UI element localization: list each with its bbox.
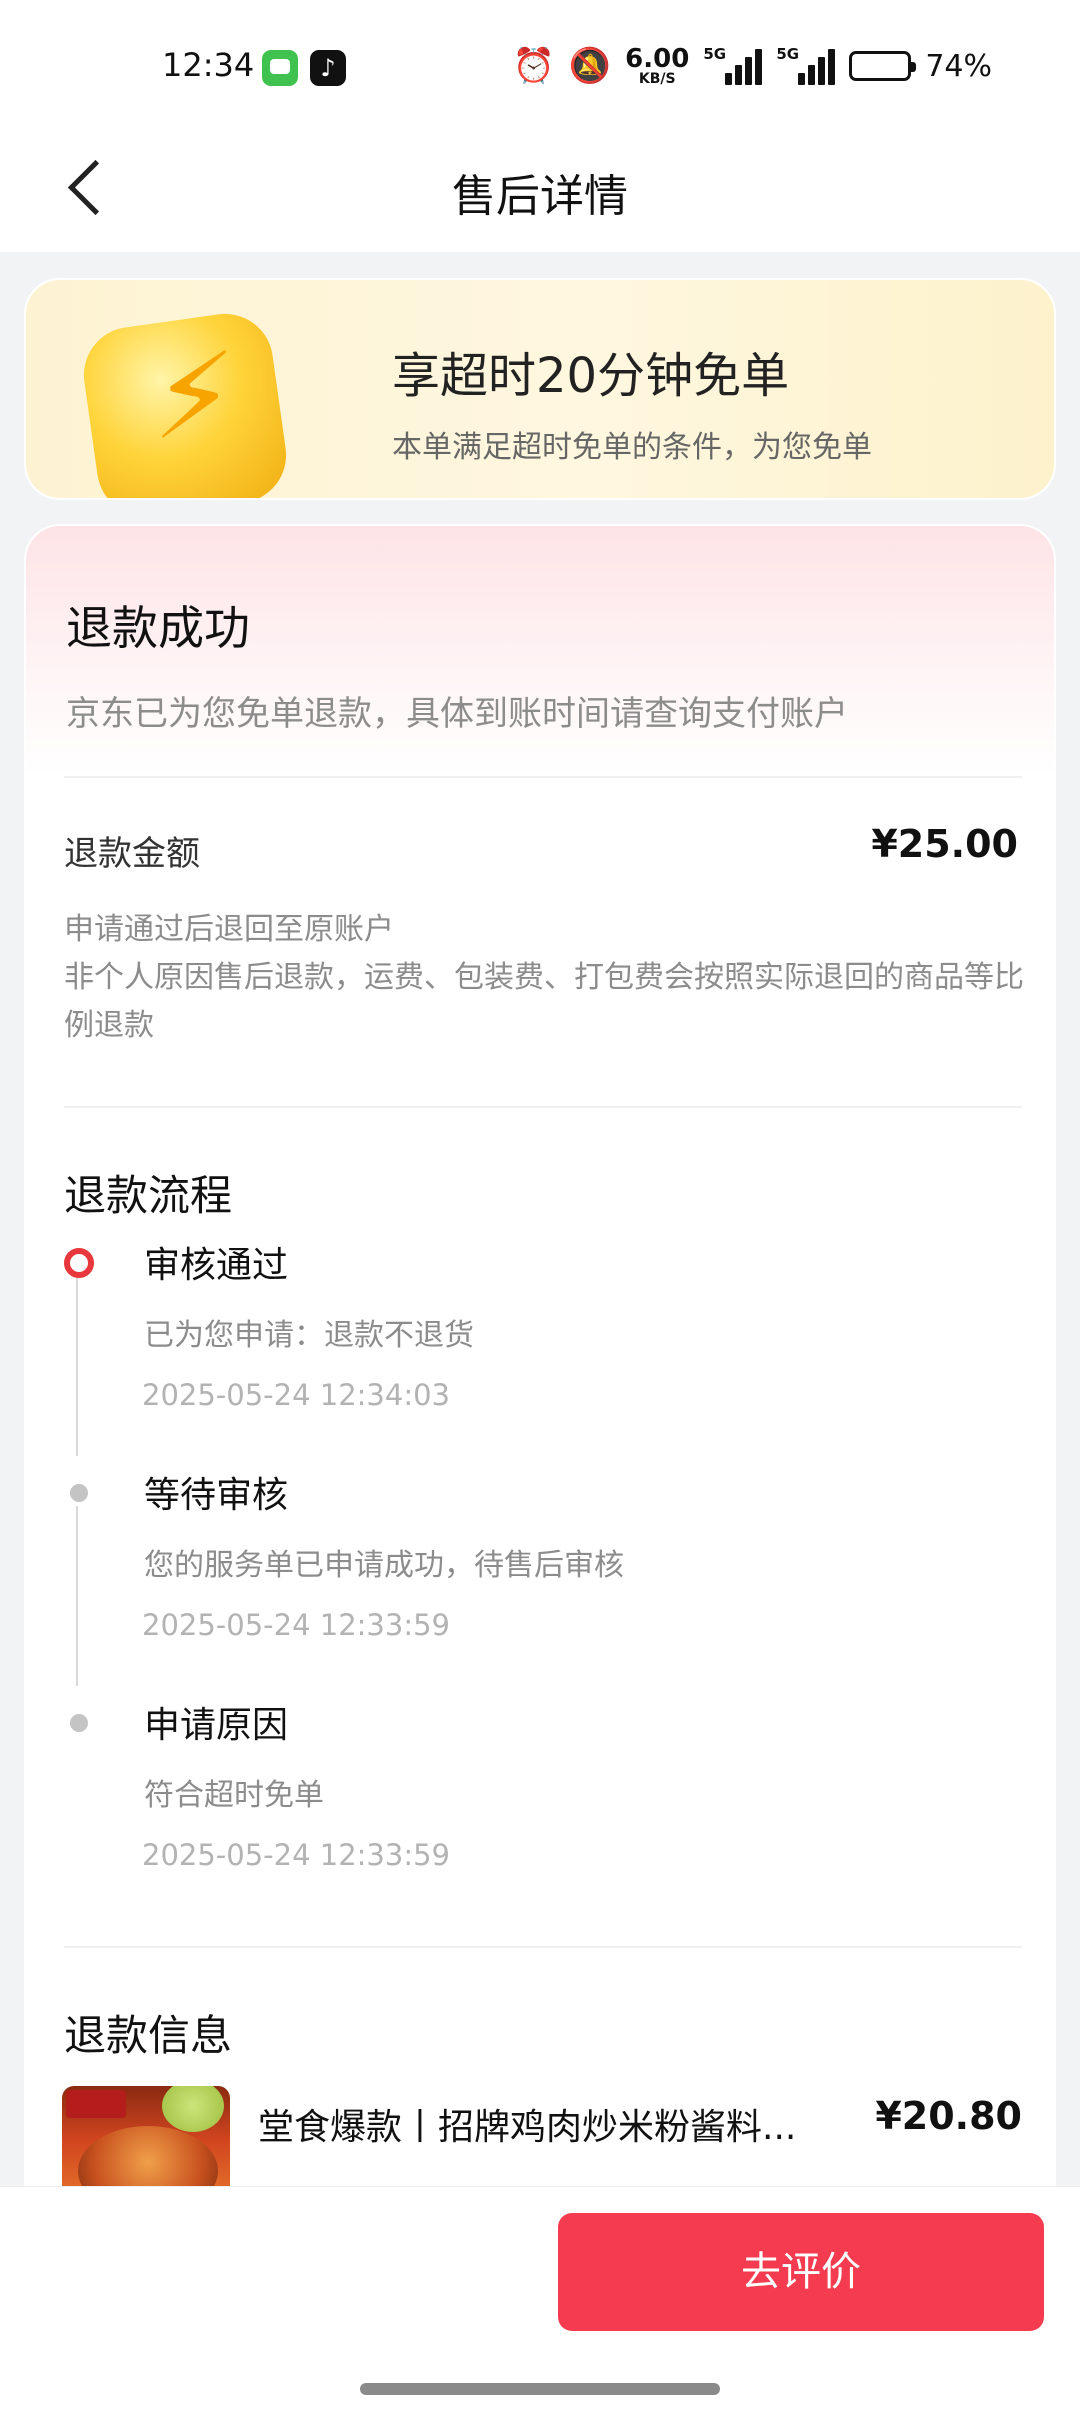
review-button[interactable]: 去评价 xyxy=(558,2213,1044,2331)
network-speed: 6.00 KB/S xyxy=(625,46,689,86)
step-title: 审核通过 xyxy=(144,1245,289,1286)
timeline-dot-icon xyxy=(70,1484,88,1502)
product-price: ¥20.80 xyxy=(875,2094,1022,2138)
bottom-action-bar: 去评价 xyxy=(0,2186,1080,2412)
overtime-free-order-banner: ⚡ 享超时20分钟免单 本单满足超时免单的条件，为您免单 xyxy=(24,278,1056,500)
after-sale-detail-screen: 12:34 ♪ ⏰ 🔕 6.00 KB/S 5G 5G 74% 售后详情 ⚡ 享… xyxy=(0,0,1080,2412)
tiktok-app-icon: ♪ xyxy=(310,50,346,86)
refund-detail-card: 退款成功 京东已为您免单退款，具体到账时间请查询支付账户 退款金额 ¥25.00… xyxy=(24,524,1056,2412)
timeline-step: 审核通过 已为您申请：退款不退货 2025-05-24 12:34:03 xyxy=(64,1236,1024,1466)
refund-note-line-2: 非个人原因售后退款，运费、包装费、打包费会按照实际退回的商品等比例退款 xyxy=(64,960,1024,1043)
step-title: 申请原因 xyxy=(144,1705,289,1746)
divider xyxy=(64,1106,1022,1108)
step-description: 符合超时免单 xyxy=(144,1778,324,1813)
step-description: 您的服务单已申请成功，待售后审核 xyxy=(144,1548,624,1583)
home-indicator[interactable] xyxy=(360,2383,720,2395)
refund-info-title: 退款信息 xyxy=(64,2011,233,2060)
step-description: 已为您申请：退款不退货 xyxy=(144,1318,474,1353)
step-time: 2025-05-24 12:33:59 xyxy=(142,1838,450,1872)
messages-app-icon xyxy=(262,50,298,86)
product-name: 堂食爆款丨招牌鸡肉炒米粉酱料... xyxy=(258,2107,797,2148)
refund-status-title: 退款成功 xyxy=(66,601,250,655)
status-bar: 12:34 ♪ ⏰ 🔕 6.00 KB/S 5G 5G 74% xyxy=(0,0,1080,130)
sim1-label: 5G xyxy=(703,45,727,63)
timeline-step: 申请原因 符合超时免单 2025-05-24 12:33:59 xyxy=(64,1696,1024,1926)
status-indicators: ⏰ 🔕 6.00 KB/S 5G 5G 74% xyxy=(512,44,992,88)
mute-bell-icon: 🔕 xyxy=(568,46,612,86)
refund-process-title: 退款流程 xyxy=(64,1171,233,1220)
timeline-active-dot-icon xyxy=(64,1248,94,1278)
step-time: 2025-05-24 12:33:59 xyxy=(142,1608,450,1642)
timeline-step: 等待审核 您的服务单已申请成功，待售后审核 2025-05-24 12:33:5… xyxy=(64,1466,1024,1696)
network-speed-value: 6.00 xyxy=(625,44,690,74)
promo-subtitle: 本单满足超时免单的条件，为您免单 xyxy=(392,430,872,465)
step-title: 等待审核 xyxy=(144,1475,289,1516)
refund-amount-label: 退款金额 xyxy=(64,834,200,874)
refund-status-header: 退款成功 京东已为您免单退款，具体到账时间请查询支付账户 xyxy=(26,526,1054,776)
sim1-signal-icon: 5G xyxy=(703,45,763,85)
step-time: 2025-05-24 12:34:03 xyxy=(142,1378,450,1412)
divider xyxy=(64,776,1022,778)
refund-amount-value: ¥25.00 xyxy=(871,822,1018,866)
battery-icon xyxy=(849,51,917,81)
divider xyxy=(64,1946,1022,1948)
lightning-badge-icon: ⚡ xyxy=(70,307,300,498)
network-speed-unit: KB/S xyxy=(638,71,676,87)
status-time: 12:34 xyxy=(162,46,255,84)
promo-title: 享超时20分钟免单 xyxy=(392,348,790,404)
alarm-icon: ⏰ xyxy=(512,46,555,86)
page-title: 售后详情 xyxy=(452,171,628,222)
refund-status-description: 京东已为您免单退款，具体到账时间请查询支付账户 xyxy=(66,694,848,734)
battery-percent: 74% xyxy=(925,48,992,84)
sim2-label: 5G xyxy=(776,45,800,63)
nav-bar: 售后详情 xyxy=(0,130,1080,252)
refund-amount-note: 申请通过后退回至原账户 非个人原因售后退款，运费、包装费、打包费会按照实际退回的… xyxy=(64,906,1024,1050)
timeline-dot-icon xyxy=(70,1714,88,1732)
refund-note-line-1: 申请通过后退回至原账户 xyxy=(64,912,394,947)
sim2-signal-icon: 5G xyxy=(776,45,836,85)
